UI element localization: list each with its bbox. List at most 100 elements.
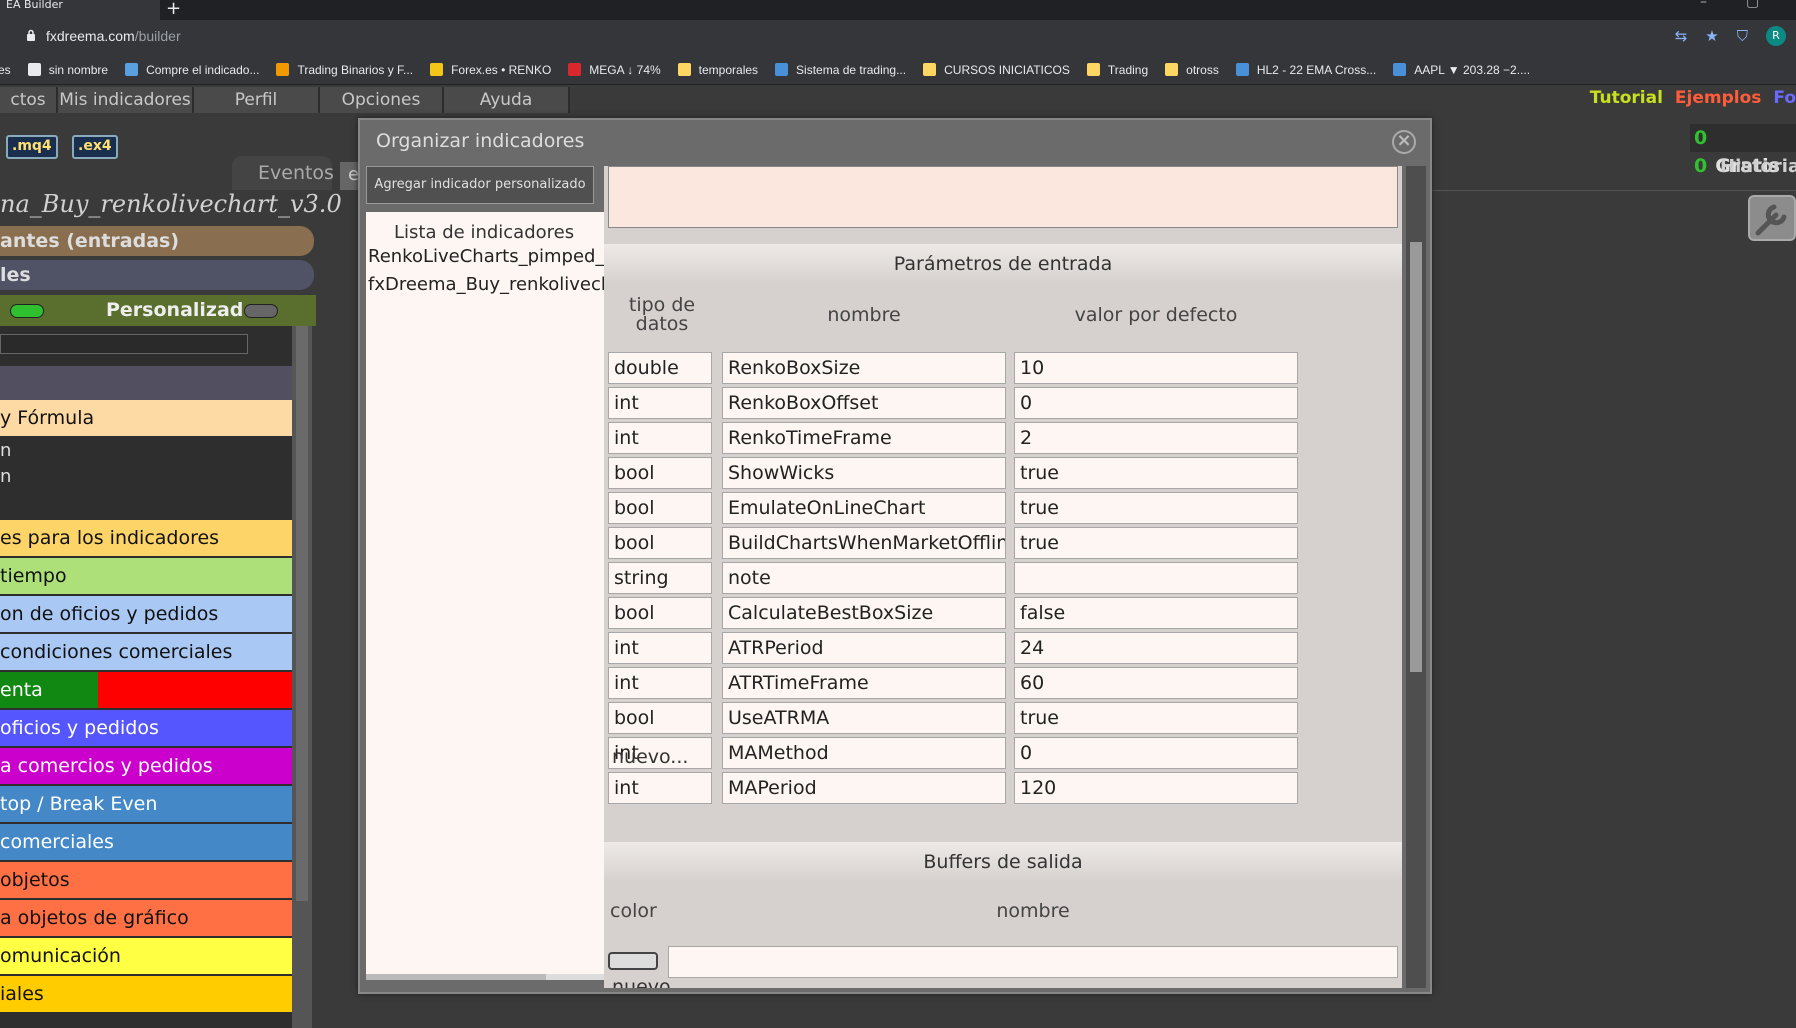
block-category[interactable]: objetos	[0, 862, 292, 898]
param-default-input[interactable]: 2	[1014, 422, 1298, 454]
examples-link[interactable]: Ejemplos	[1675, 88, 1761, 108]
bookmark-item[interactable]: CURSOS INICIATICOS	[923, 63, 1070, 77]
param-default-input[interactable]: false	[1014, 597, 1298, 629]
param-name-input[interactable]: MAPeriod	[722, 772, 1006, 804]
param-name-input[interactable]: CalculateBestBoxSize	[722, 597, 1006, 629]
block-category[interactable]: enta	[0, 672, 292, 708]
tutorial-link[interactable]: Tutorial	[1590, 88, 1663, 108]
param-default-input[interactable]: true	[1014, 457, 1298, 489]
block-category[interactable]: on de oficios y pedidos	[0, 596, 292, 632]
description-box[interactable]	[608, 166, 1398, 228]
buffer-name-input[interactable]	[668, 946, 1398, 978]
param-default-input[interactable]	[1014, 562, 1298, 594]
blocks-search-input[interactable]	[0, 334, 248, 354]
tab-second[interactable]: e	[340, 162, 360, 190]
indicator-list-item[interactable]: RenkoLiveCharts_pimped_v	[368, 246, 606, 267]
param-name-input[interactable]: ATRPeriod	[722, 632, 1006, 664]
param-type-input[interactable]: int	[608, 387, 712, 419]
browser-tab[interactable]: EA Builder	[0, 0, 160, 20]
param-type-input[interactable]: bool	[608, 492, 712, 524]
block-category[interactable]: comerciales	[0, 824, 292, 860]
param-type-input[interactable]: bool	[608, 457, 712, 489]
param-name-input[interactable]: RenkoBoxSize	[722, 352, 1006, 384]
param-name-input[interactable]: RenkoTimeFrame	[722, 422, 1006, 454]
bookmark-item[interactable]: AAPL ▼ 203.28 −2....	[1393, 63, 1530, 77]
star-icon[interactable]: ★	[1705, 27, 1718, 45]
param-default-input[interactable]: true	[1014, 527, 1298, 559]
param-default-input[interactable]: 120	[1014, 772, 1298, 804]
block-category[interactable]: a objetos de gráfico	[0, 900, 292, 936]
scrollbar-thumb[interactable]	[296, 326, 308, 901]
account-plan[interactable]: 0 0 Gratis	[1690, 124, 1796, 177]
new-tab-button[interactable]: +	[166, 0, 181, 19]
scrollbar-thumb[interactable]	[1410, 242, 1422, 672]
param-type-input[interactable]: string	[608, 562, 712, 594]
block-category[interactable]: condiciones comerciales	[0, 634, 292, 670]
ex4-button[interactable]: .ex4	[72, 135, 118, 159]
block-category[interactable]: oficios y pedidos	[0, 710, 292, 746]
list-h-scrollbar[interactable]	[366, 974, 606, 980]
variables-pill[interactable]: les	[0, 260, 314, 290]
sub-item[interactable]: n	[0, 440, 11, 461]
param-type-input[interactable]: double	[608, 352, 712, 384]
add-custom-indicator-button[interactable]: Agregar indicador personalizado	[366, 166, 594, 204]
blocks-scrollbar[interactable]	[292, 326, 312, 1028]
sub-item[interactable]: n	[0, 466, 11, 487]
wrench-icon[interactable]	[1748, 195, 1796, 241]
param-name-input[interactable]: MAMethod	[722, 737, 1006, 769]
block-category[interactable]: tiempo	[0, 558, 292, 594]
bookmark-item[interactable]: Forex.es • RENKO	[430, 63, 551, 77]
param-type-input[interactable]: bool	[608, 527, 712, 559]
param-default-input[interactable]: true	[1014, 492, 1298, 524]
close-icon[interactable]: ×	[1392, 130, 1416, 154]
block-category[interactable]: es para los indicadores	[0, 520, 292, 556]
param-name-input[interactable]: BuildChartsWhenMarketOffline	[722, 527, 1006, 559]
param-default-input[interactable]: true	[1014, 702, 1298, 734]
constants-pill[interactable]: antes (entradas)	[0, 226, 314, 256]
block-category[interactable]: top / Break Even	[0, 786, 292, 822]
block-category[interactable]: iales	[0, 976, 292, 1012]
param-type-input[interactable]: int	[608, 632, 712, 664]
tab-events[interactable]: Eventos	[232, 156, 334, 190]
bookmark-item[interactable]: Trading Binarios y F...	[276, 63, 413, 77]
restore-icon[interactable]: ▢	[1746, 0, 1759, 10]
bookmark-item[interactable]: Sistema de trading...	[775, 63, 906, 77]
toggle-right[interactable]	[244, 304, 278, 318]
block-category[interactable]: y Fórmula	[0, 400, 292, 436]
menu-projects[interactable]: ctos	[0, 87, 58, 113]
detail-scrollbar[interactable]	[1406, 166, 1426, 988]
bookmark-item[interactable]: sin nombre	[27, 63, 108, 77]
profile-avatar[interactable]: R	[1766, 26, 1786, 46]
menu-profile[interactable]: Perfil	[194, 87, 320, 113]
new-param-link[interactable]: nuevo...	[612, 746, 688, 768]
buffer-color-picker[interactable]	[608, 952, 658, 970]
param-type-input[interactable]: int	[608, 772, 712, 804]
history-link[interactable]: Historia	[1720, 156, 1796, 177]
param-name-input[interactable]: ShowWicks	[722, 457, 1006, 489]
param-name-input[interactable]: note	[722, 562, 1006, 594]
bookmark-item[interactable]: Trading	[1086, 63, 1148, 77]
toggle-left[interactable]	[10, 304, 44, 318]
param-name-input[interactable]: ATRTimeFrame	[722, 667, 1006, 699]
param-default-input[interactable]: 10	[1014, 352, 1298, 384]
extension-shield-icon[interactable]: ⛉	[1737, 27, 1748, 45]
param-type-input[interactable]: int	[608, 422, 712, 454]
minimize-icon[interactable]: –	[1700, 0, 1707, 10]
menu-help[interactable]: Ayuda	[444, 87, 570, 113]
url-field[interactable]: fxdreema.com/builder	[46, 28, 181, 44]
param-type-input[interactable]: bool	[608, 597, 712, 629]
mq4-button[interactable]: .mq4	[6, 135, 58, 159]
bookmark-item[interactable]: HL2 - 22 EMA Cross...	[1235, 63, 1376, 77]
param-type-input[interactable]: bool	[608, 702, 712, 734]
bookmark-item[interactable]: MEGA ↓ 74%	[568, 63, 661, 77]
indicator-list-item[interactable]: fxDreema_Buy_renkolivech	[368, 274, 606, 295]
param-type-input[interactable]: int	[608, 667, 712, 699]
block-category[interactable]: omunicación	[0, 938, 292, 974]
param-default-input[interactable]: 60	[1014, 667, 1298, 699]
block-category[interactable]: a comercios y pedidos	[0, 748, 292, 784]
param-default-input[interactable]: 0	[1014, 737, 1298, 769]
bookmark-item[interactable]: Compre el indicado...	[125, 63, 259, 77]
param-name-input[interactable]: UseATRMA	[722, 702, 1006, 734]
param-default-input[interactable]: 0	[1014, 387, 1298, 419]
param-name-input[interactable]: RenkoBoxOffset	[722, 387, 1006, 419]
